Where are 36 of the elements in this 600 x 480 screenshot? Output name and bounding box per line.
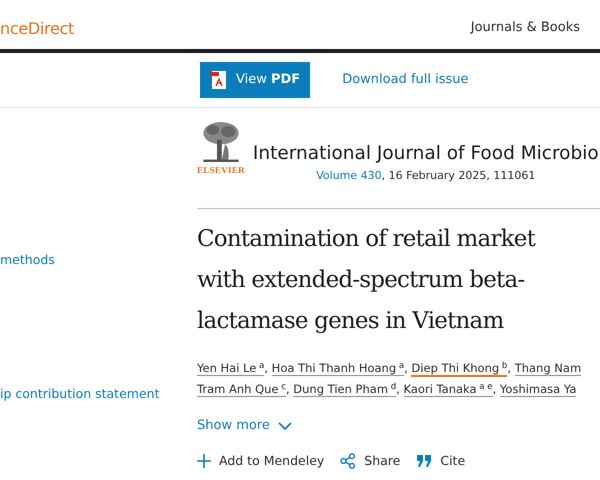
comma-separator: , (507, 361, 512, 376)
volume-link[interactable]: Volume 430 (316, 168, 382, 182)
tree-logo-icon (200, 120, 241, 164)
author-link[interactable]: Yen Hai Le $^{a}$ (197, 361, 264, 376)
author-link[interactable]: Dung Tien Pham $^{d}$ (293, 382, 396, 398)
download-link[interactable]: Download full issue (342, 70, 469, 90)
comma-separator: , (396, 382, 400, 396)
comma-separator: , (492, 382, 496, 396)
author-link[interactable]: Hoa Thi Thanh Hoang $^{a}$ (272, 361, 404, 376)
plus-icon (197, 454, 211, 468)
view-pdf-button[interactable]: View PDF (200, 62, 310, 98)
article-title-line: lactamase genes in Vietnam (197, 307, 505, 336)
comma-separator: , (286, 382, 290, 396)
quote-icon (416, 454, 432, 468)
article-title-line: Contamination of retail market (197, 225, 537, 254)
publisher-name: ELSEVIER (197, 164, 245, 177)
comma-separator: , (404, 361, 408, 376)
sidebar-link[interactable]: methods (0, 251, 197, 270)
share-button[interactable]: Share (340, 452, 400, 470)
journal-title[interactable]: International Journal of Food Microbio (252, 140, 599, 168)
comma-separator: , (264, 361, 268, 376)
author-link[interactable]: Thang Nam (514, 361, 582, 376)
author-link[interactable]: Tram Anh Que $^{c}$ (197, 382, 286, 398)
share-icon (340, 453, 356, 470)
show-more-button[interactable]: Show more (197, 416, 292, 436)
chevron-down-icon (278, 421, 292, 431)
author-link[interactable]: Yoshimasa Ya (500, 382, 576, 398)
author-link[interactable]: Diep Thi Khong $^{b}$ (411, 361, 508, 378)
pdf-file-icon (210, 70, 228, 90)
volume-info: Volume 430, 16 February 2025, 111061 (315, 168, 536, 184)
mendeley-button[interactable]: Add to Mendeley (197, 452, 324, 470)
sidebar-link[interactable]: ip contribution statement (0, 384, 197, 404)
journals-books-link[interactable]: Journals & Books (470, 18, 580, 49)
author-link[interactable]: Kaori Tanaka $^{a e}$ (404, 382, 493, 398)
article-title-line: with extended-spectrum beta- (197, 266, 526, 296)
cite-button[interactable]: Cite (416, 452, 466, 470)
